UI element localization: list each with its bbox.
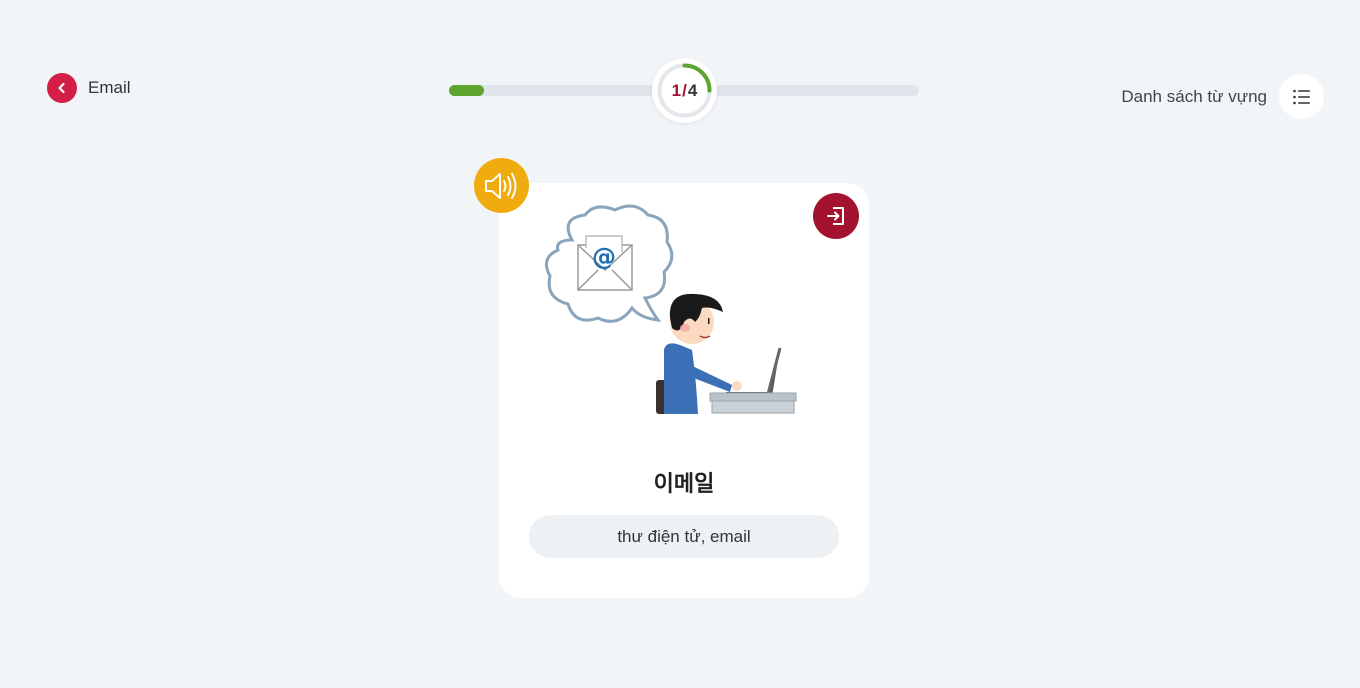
vocab-list-button[interactable]: Danh sách từ vựng — [1121, 74, 1324, 119]
speaker-icon[interactable] — [474, 158, 529, 213]
svg-text:@: @ — [592, 243, 616, 271]
vocab-meaning: thư điện tử, email — [529, 515, 839, 558]
top-bar: Email 1 / 4 Danh sách từ vựng — [0, 0, 1360, 140]
chevron-left-icon[interactable] — [47, 73, 77, 103]
exit-icon[interactable] — [813, 193, 859, 239]
back-button[interactable]: Email — [47, 73, 131, 103]
vocab-list-label: Danh sách từ vựng — [1121, 86, 1267, 106]
vocab-word: 이메일 — [653, 472, 715, 497]
total-count: 4 — [687, 80, 698, 100]
lesson-title: Email — [88, 78, 131, 97]
laptop-illustration — [709, 347, 797, 414]
email-illustration: @ — [544, 204, 797, 414]
current-index: 1 — [671, 80, 682, 100]
counter-separator: / — [682, 80, 687, 100]
progress-counter: 1 / 4 — [652, 58, 717, 123]
progress-fill — [449, 85, 485, 96]
list-icon[interactable] — [1279, 74, 1324, 119]
